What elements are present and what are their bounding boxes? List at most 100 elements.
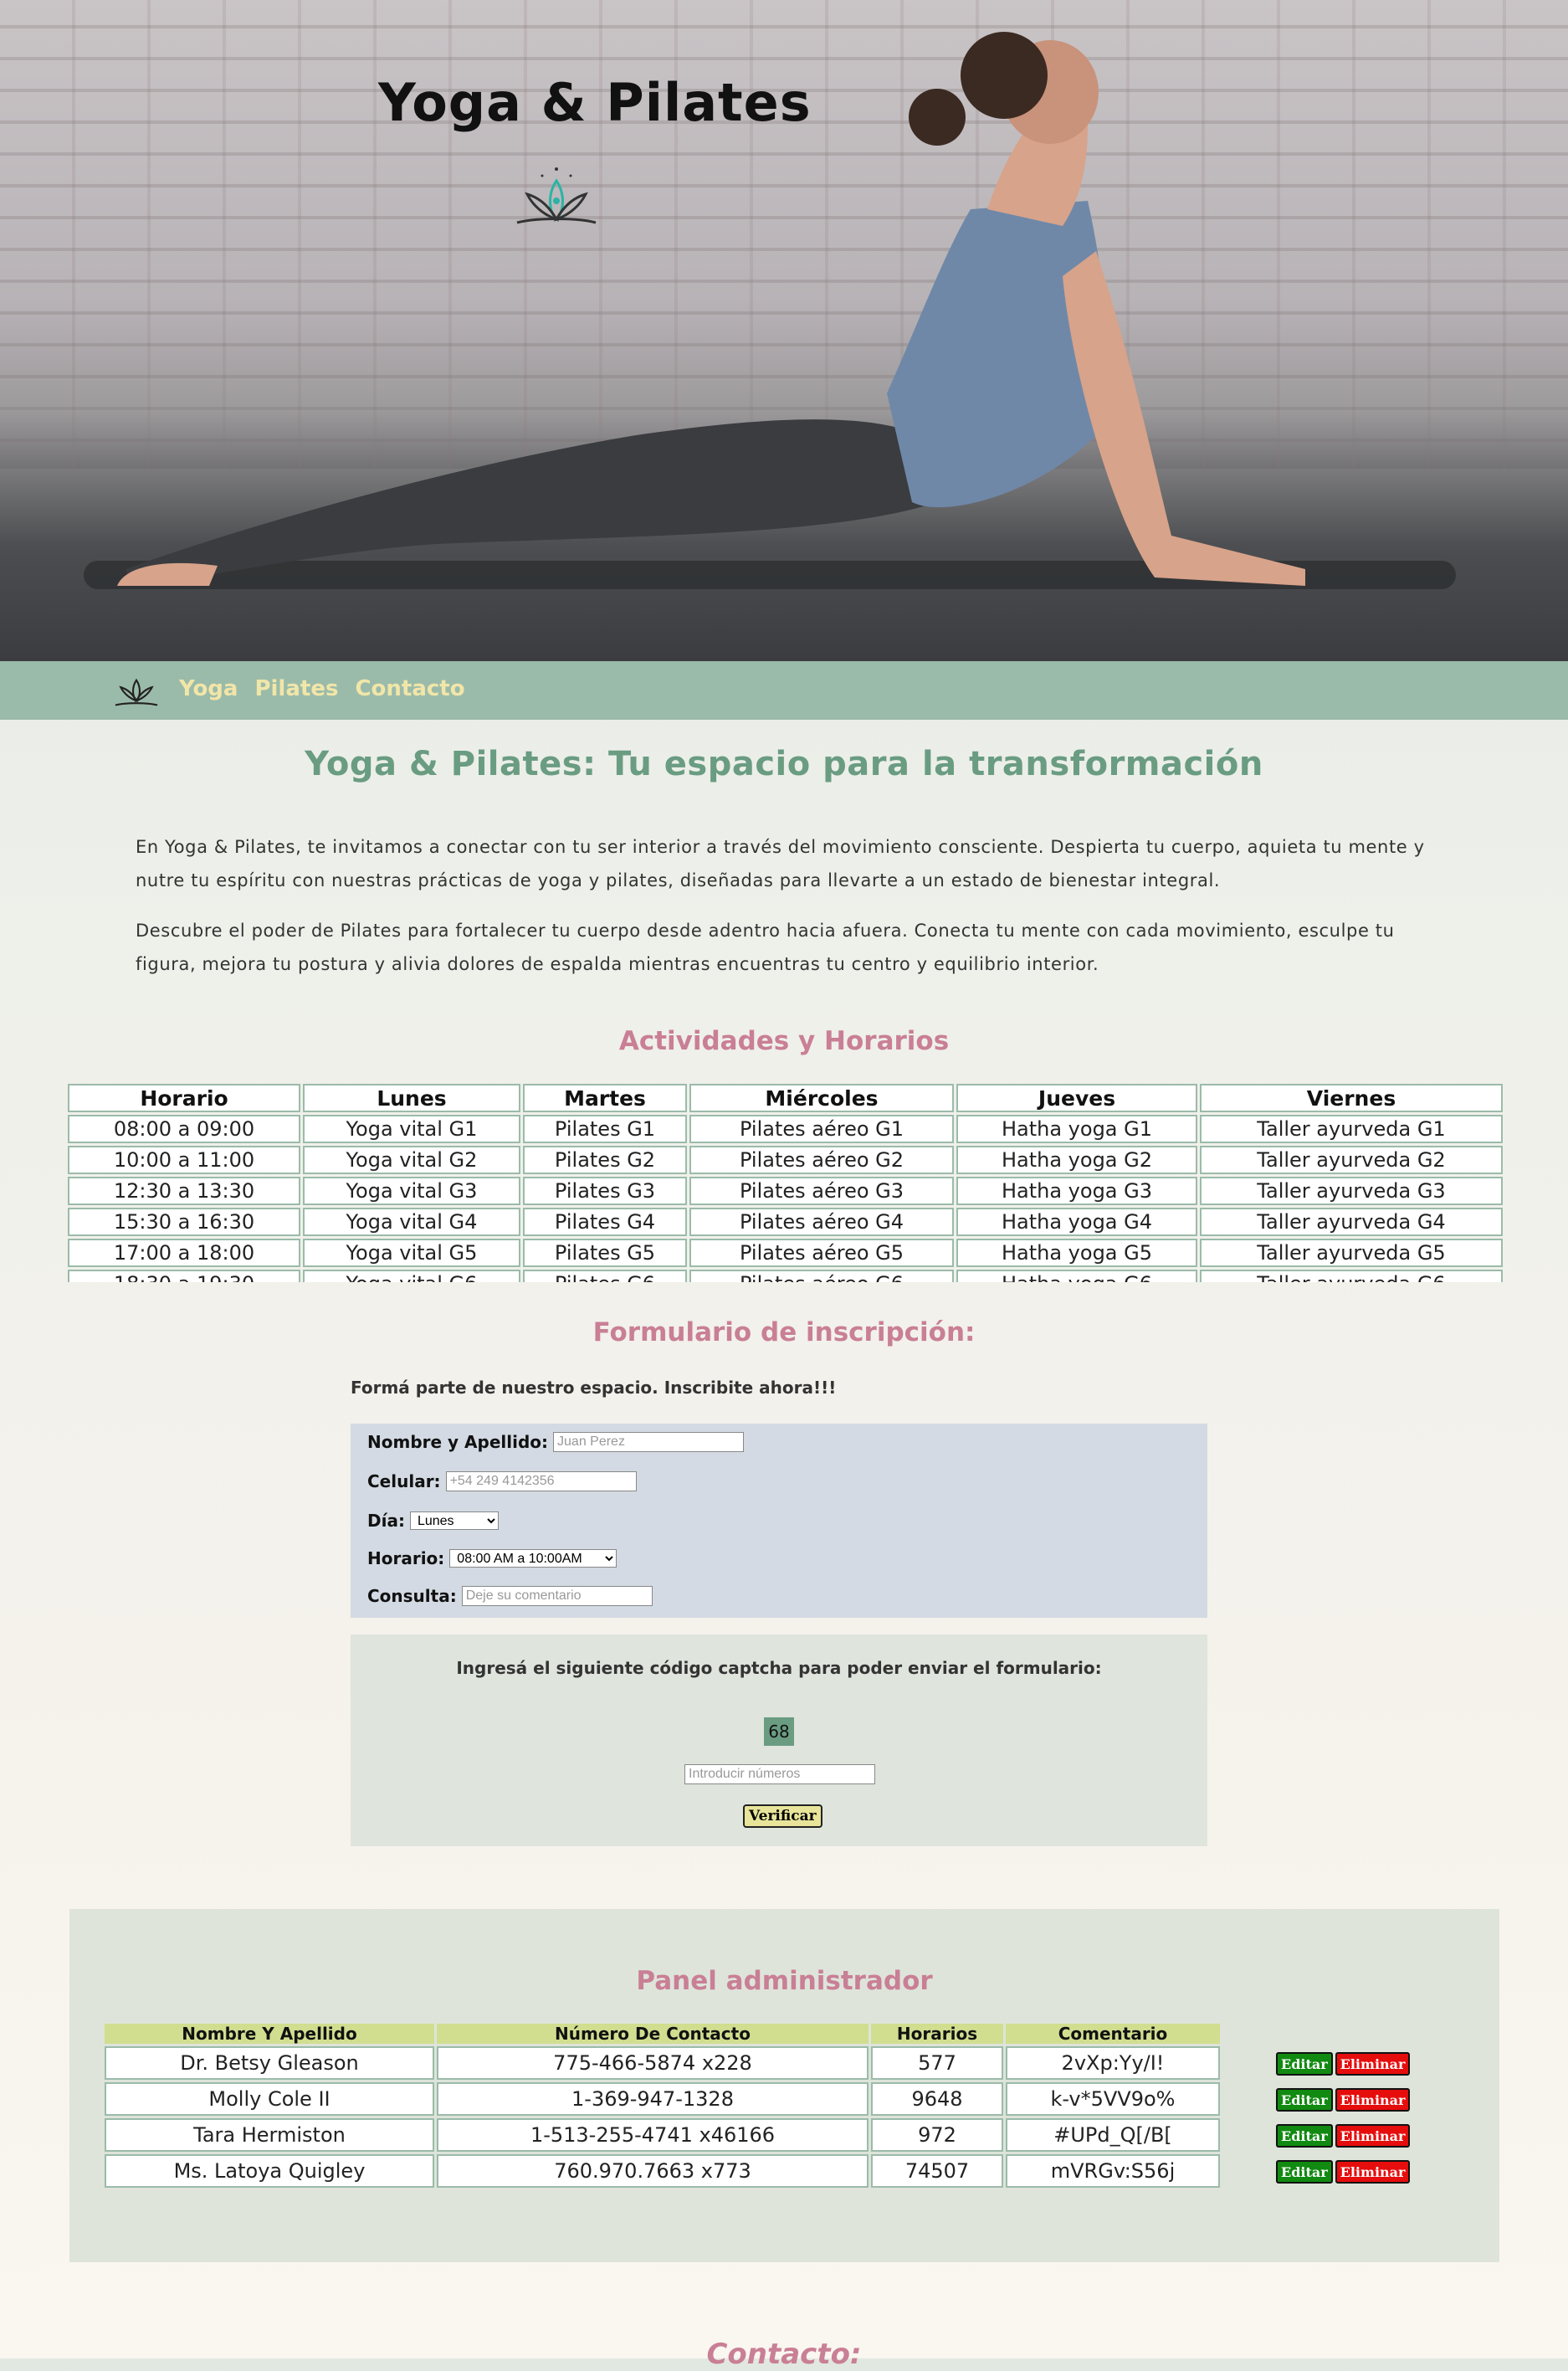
schedule-cell: Pilates G6 xyxy=(523,1270,687,1282)
schedule-cell: 08:00 a 09:00 xyxy=(68,1115,300,1143)
schedule-cell: Taller ayurveda G2 xyxy=(1200,1146,1503,1174)
time-label: Horario: xyxy=(367,1548,445,1568)
phone-input[interactable] xyxy=(445,1471,637,1491)
admin-row: Tara Hermiston 1-513-255-4741 x46166 972 #U… xyxy=(105,2118,1411,2152)
admin-actions: Editar Eliminar xyxy=(1222,2082,1411,2116)
schedule-header: Viernes xyxy=(1200,1084,1503,1112)
edit-button[interactable]: Editar xyxy=(1276,2088,1333,2112)
schedule-cell: Yoga vital G4 xyxy=(303,1208,520,1236)
schedule-row: 10:00 a 11:00 Yoga vital G2 Pilates G2 Pila… xyxy=(68,1146,1503,1174)
schedule-cell: 18:30 a 19:30 xyxy=(68,1270,300,1282)
admin-cell: Dr. Betsy Gleason xyxy=(105,2046,434,2080)
schedule-cell: Pilates G4 xyxy=(523,1208,687,1236)
captcha-code: 68 xyxy=(764,1717,794,1746)
schedule-table: Horario Lunes Martes Miércoles Jueves Vi… xyxy=(65,1081,1505,1282)
admin-table: Nombre Y Apellido Número De Contacto Hor… xyxy=(102,2021,1412,2190)
schedule-row: 12:30 a 13:30 Yoga vital G3 Pilates G3 Pila… xyxy=(68,1177,1503,1205)
admin-cell: 2vXp:Yy/I! xyxy=(1006,2046,1220,2080)
name-input[interactable] xyxy=(553,1432,745,1452)
admin-header: Horarios xyxy=(871,2024,1003,2044)
edit-button[interactable]: Editar xyxy=(1276,2052,1333,2076)
phone-label: Celular: xyxy=(367,1471,441,1491)
schedule-header: Horario xyxy=(68,1084,300,1112)
admin-row: Dr. Betsy Gleason 775-466-5874 x228 577 2vX… xyxy=(105,2046,1411,2080)
delete-button[interactable]: Eliminar xyxy=(1335,2124,1411,2148)
admin-panel: Panel administrador Nombre Y Apellido Nú… xyxy=(69,1909,1499,2262)
schedule-cell: Hatha yoga G5 xyxy=(956,1239,1197,1267)
schedule-cell: Yoga vital G5 xyxy=(303,1239,520,1267)
schedule-cell: Yoga vital G3 xyxy=(303,1177,520,1205)
schedule-cell: Pilates G1 xyxy=(523,1115,687,1143)
schedule-cell: Pilates G5 xyxy=(523,1239,687,1267)
schedule-cell: Pilates G3 xyxy=(523,1177,687,1205)
schedule-cell: Pilates aéreo G4 xyxy=(689,1208,954,1236)
admin-cell: mVRGv:S56j xyxy=(1006,2154,1220,2188)
schedule-row: 15:30 a 16:30 Yoga vital G4 Pilates G4 Pila… xyxy=(68,1208,1503,1236)
schedule-header: Martes xyxy=(523,1084,687,1112)
schedule-cell: Yoga vital G2 xyxy=(303,1146,520,1174)
form-title: Formulario de inscripción: xyxy=(592,1317,976,1347)
admin-cell: 1-369-947-1328 xyxy=(437,2082,869,2116)
day-label: Día: xyxy=(367,1511,405,1531)
captcha-input[interactable] xyxy=(684,1764,875,1784)
delete-button[interactable]: Eliminar xyxy=(1335,2052,1411,2076)
schedule-cell: Hatha yoga G4 xyxy=(956,1208,1197,1236)
admin-header: Número De Contacto xyxy=(437,2024,869,2044)
schedule-cell: 10:00 a 11:00 xyxy=(68,1146,300,1174)
schedule-cell: Yoga vital G1 xyxy=(303,1115,520,1143)
admin-cell: 577 xyxy=(871,2046,1003,2080)
admin-actions: Editar Eliminar xyxy=(1222,2154,1411,2188)
time-select[interactable]: 08:00 AM a 10:00AM xyxy=(449,1549,617,1568)
day-select[interactable]: Lunes xyxy=(409,1511,499,1530)
schedule-cell: Taller ayurveda G6 xyxy=(1200,1270,1503,1282)
admin-cell: 972 xyxy=(871,2118,1003,2152)
admin-cell: 760.970.7663 x773 xyxy=(437,2154,869,2188)
delete-button[interactable]: Eliminar xyxy=(1335,2088,1411,2112)
schedule-cell: Taller ayurveda G1 xyxy=(1200,1115,1503,1143)
admin-cell: 1-513-255-4741 x46166 xyxy=(437,2118,869,2152)
admin-cell: k-v*5VV9o% xyxy=(1006,2082,1220,2116)
comment-label: Consulta: xyxy=(367,1586,457,1606)
admin-actions: Editar Eliminar xyxy=(1222,2118,1411,2152)
admin-actions: Editar Eliminar xyxy=(1222,2046,1411,2080)
admin-cell: #UPd_Q[/B[ xyxy=(1006,2118,1220,2152)
admin-cell: 775-466-5874 x228 xyxy=(437,2046,869,2080)
schedule-cell: 15:30 a 16:30 xyxy=(68,1208,300,1236)
schedule-row: 08:00 a 09:00 Yoga vital G1 Pilates G1 Pila… xyxy=(68,1115,1503,1143)
admin-row: Ms. Latoya Quigley 760.970.7663 x773 74507… xyxy=(105,2154,1411,2188)
contact-title: Contacto: xyxy=(706,2338,862,2371)
verify-button[interactable]: Verificar xyxy=(743,1804,822,1828)
schedule-cell: 17:00 a 18:00 xyxy=(68,1239,300,1267)
name-label: Nombre y Apellido: xyxy=(367,1432,549,1452)
admin-title: Panel administrador xyxy=(636,1966,933,1996)
schedule-cell: Hatha yoga G3 xyxy=(956,1177,1197,1205)
schedule-row: 17:00 a 18:00 Yoga vital G5 Pilates G5 Pila… xyxy=(68,1239,1503,1267)
schedule-cell: Pilates aéreo G1 xyxy=(689,1115,954,1143)
schedule-row: 18:30 a 19:30Yoga vital G6Pilates G6Pila… xyxy=(68,1270,1503,1282)
schedule-cell: Pilates aéreo G6 xyxy=(689,1270,954,1282)
admin-cell: 9648 xyxy=(871,2082,1003,2116)
registration-form: Nombre y Apellido: Celular: Día: Lunes H… xyxy=(351,1424,1207,1618)
form-subtitle: Formá parte de nuestro espacio. Inscribi… xyxy=(351,1378,837,1398)
schedule-cell: Yoga vital G6 xyxy=(303,1270,520,1282)
admin-cell: Ms. Latoya Quigley xyxy=(105,2154,434,2188)
comment-input[interactable] xyxy=(461,1586,653,1606)
delete-button[interactable]: Eliminar xyxy=(1335,2160,1411,2184)
edit-button[interactable]: Editar xyxy=(1276,2160,1333,2184)
admin-header-actions xyxy=(1222,2024,1410,2044)
edit-button[interactable]: Editar xyxy=(1276,2124,1333,2148)
admin-header: Nombre Y Apellido xyxy=(105,2024,434,2044)
schedule-cell: Taller ayurveda G5 xyxy=(1200,1239,1503,1267)
schedule-cell: Pilates G2 xyxy=(523,1146,687,1174)
schedule-cell: Pilates aéreo G2 xyxy=(689,1146,954,1174)
schedule-header: Jueves xyxy=(956,1084,1197,1112)
admin-cell: 74507 xyxy=(871,2154,1003,2188)
schedule-clip: Horario Lunes Martes Miércoles Jueves Vi… xyxy=(0,0,1568,1282)
admin-cell: Molly Cole II xyxy=(105,2082,434,2116)
captcha-instruction: Ingresá el siguiente código captcha para… xyxy=(456,1658,1102,1678)
schedule-cell: Taller ayurveda G3 xyxy=(1200,1177,1503,1205)
schedule-cell: Hatha yoga G6 xyxy=(956,1270,1197,1282)
admin-row: Molly Cole II 1-369-947-1328 9648 k-v*5VV9o… xyxy=(105,2082,1411,2116)
schedule-cell: Pilates aéreo G3 xyxy=(689,1177,954,1205)
schedule-header: Lunes xyxy=(303,1084,520,1112)
